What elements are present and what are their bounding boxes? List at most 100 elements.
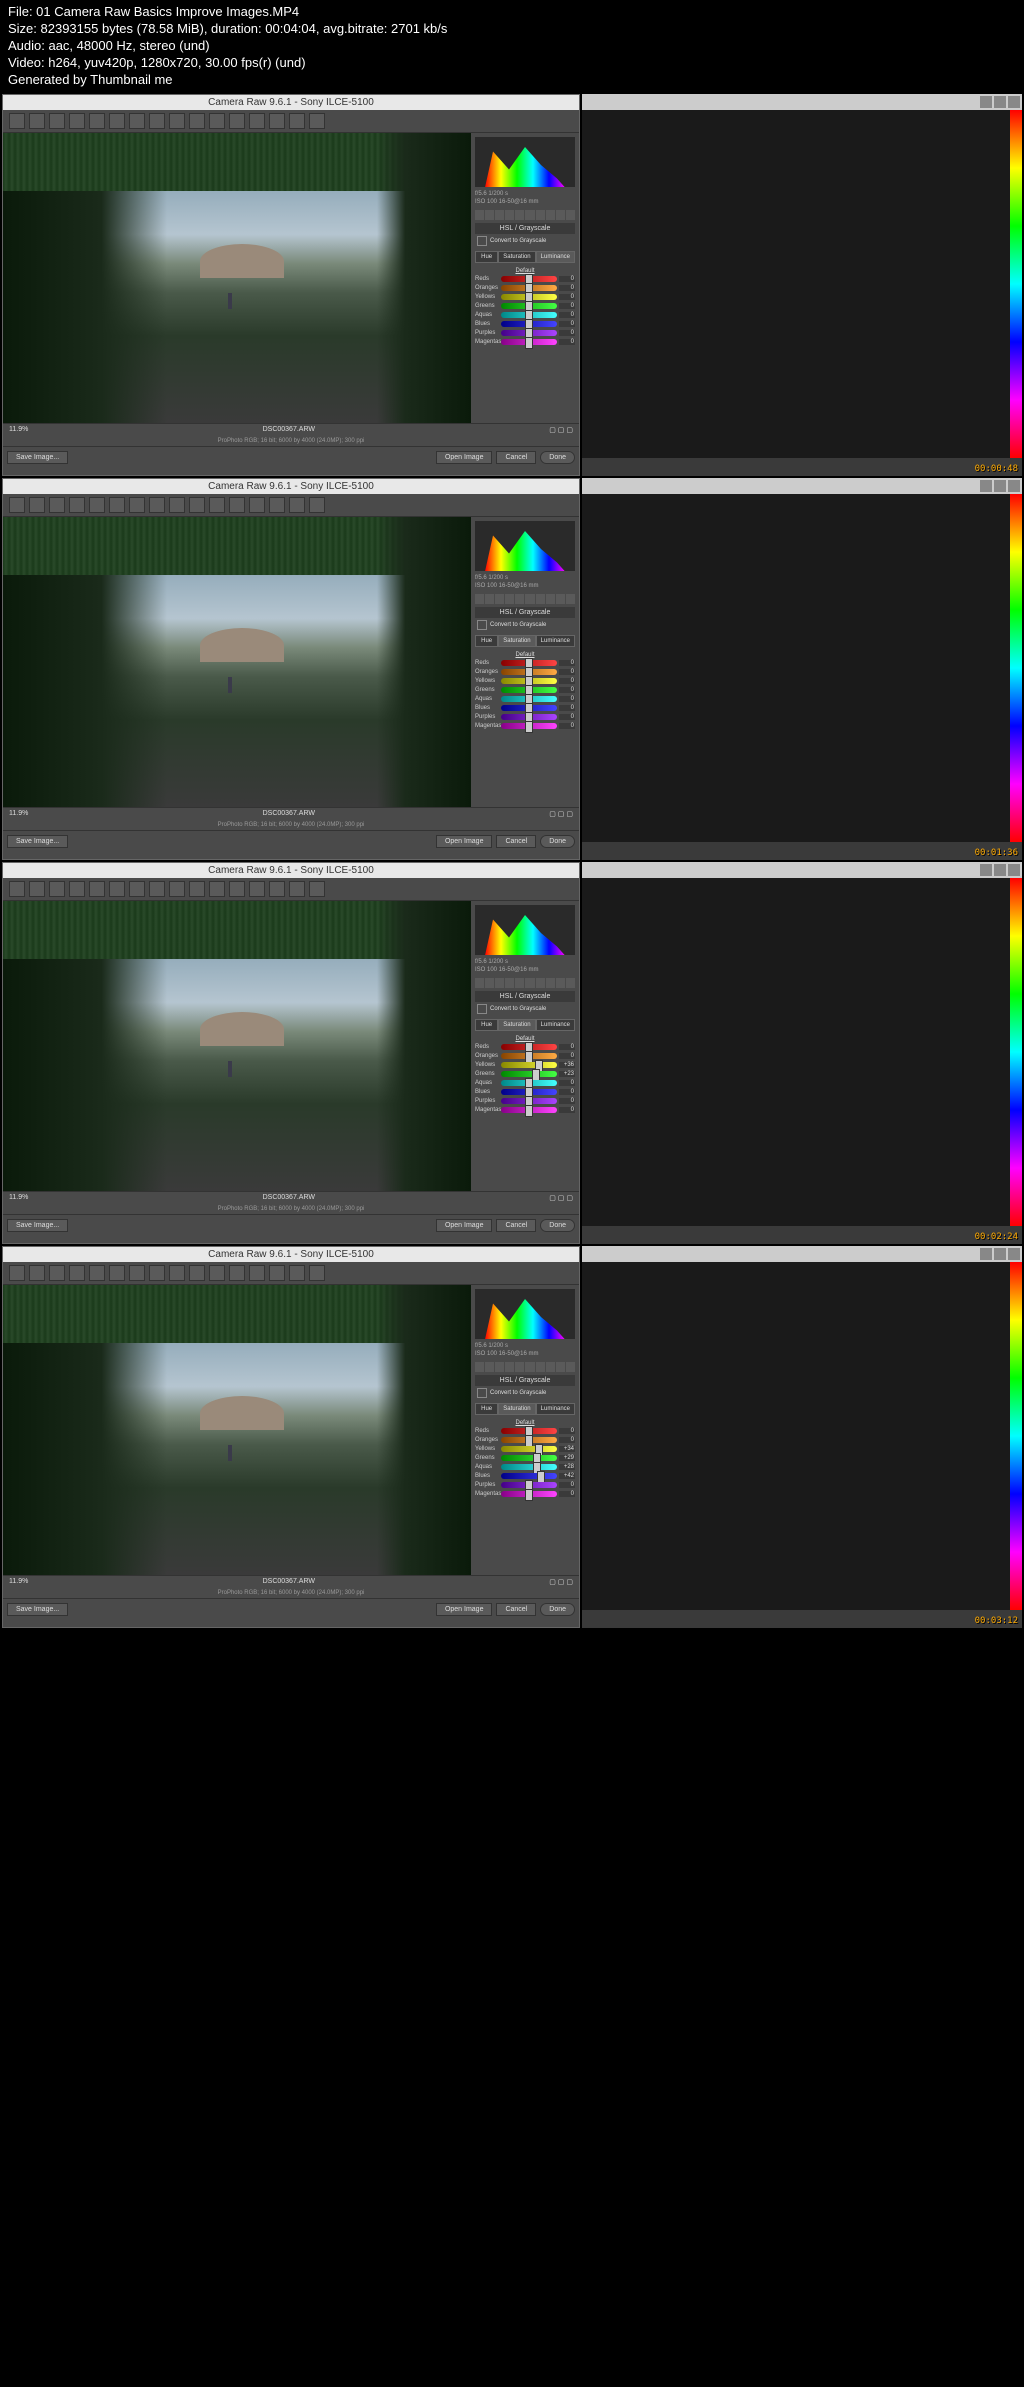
tool-12[interactable] — [249, 113, 265, 129]
tool-15[interactable] — [309, 113, 325, 129]
slider-aquas[interactable] — [501, 1464, 557, 1470]
tool-14[interactable] — [289, 881, 305, 897]
maximize-icon[interactable] — [994, 96, 1006, 108]
panel-tab-7[interactable] — [546, 594, 555, 604]
slider-oranges[interactable] — [501, 1053, 557, 1059]
panel-tab-9[interactable] — [566, 978, 575, 988]
slider-value-oranges[interactable]: 0 — [559, 285, 575, 291]
slider-purples[interactable] — [501, 1098, 557, 1104]
slider-value-yellows[interactable]: +36 — [559, 1062, 575, 1068]
slider-value-oranges[interactable]: 0 — [559, 669, 575, 675]
panel-tab-1[interactable] — [485, 1362, 494, 1372]
slider-value-reds[interactable]: 0 — [559, 660, 575, 666]
subtab-saturation[interactable]: Saturation — [498, 1019, 535, 1030]
zoom-level[interactable]: 11.9% — [9, 810, 28, 818]
slider-value-yellows[interactable]: 0 — [559, 294, 575, 300]
done-button[interactable]: Done — [540, 1219, 575, 1232]
slider-blues[interactable] — [501, 1473, 557, 1479]
bridge-preview[interactable] — [582, 494, 1022, 842]
tool-10[interactable] — [209, 1265, 225, 1281]
tool-4[interactable] — [89, 113, 105, 129]
histogram[interactable] — [475, 905, 575, 955]
tool-3[interactable] — [69, 1265, 85, 1281]
tool-12[interactable] — [249, 1265, 265, 1281]
slider-greens[interactable] — [501, 1455, 557, 1461]
tool-2[interactable] — [49, 881, 65, 897]
image-preview[interactable] — [3, 1285, 471, 1575]
panel-tab-0[interactable] — [475, 210, 484, 220]
tool-10[interactable] — [209, 113, 225, 129]
cancel-button[interactable]: Cancel — [496, 451, 536, 464]
subtab-luminance[interactable]: Luminance — [536, 635, 575, 646]
bridge-preview[interactable] — [582, 1262, 1022, 1610]
slider-magentas[interactable] — [501, 723, 557, 729]
close-icon[interactable] — [1008, 96, 1020, 108]
slider-value-oranges[interactable]: 0 — [559, 1053, 575, 1059]
slider-blues[interactable] — [501, 705, 557, 711]
slider-value-aquas[interactable]: 0 — [559, 1080, 575, 1086]
panel-tab-4[interactable] — [515, 594, 524, 604]
tool-13[interactable] — [269, 1265, 285, 1281]
panel-tab-1[interactable] — [485, 210, 494, 220]
tool-10[interactable] — [209, 881, 225, 897]
tool-0[interactable] — [9, 113, 25, 129]
subtab-luminance[interactable]: Luminance — [536, 251, 575, 262]
panel-tab-9[interactable] — [566, 210, 575, 220]
minimize-icon[interactable] — [980, 480, 992, 492]
open-button[interactable]: Open Image — [436, 1603, 493, 1616]
slider-value-greens[interactable]: 0 — [559, 303, 575, 309]
save-button[interactable]: Save Image... — [7, 835, 68, 848]
tool-15[interactable] — [309, 1265, 325, 1281]
slider-reds[interactable] — [501, 660, 557, 666]
slider-aquas[interactable] — [501, 1080, 557, 1086]
bridge-preview[interactable] — [582, 110, 1022, 458]
panel-tab-0[interactable] — [475, 978, 484, 988]
grayscale-checkbox[interactable] — [477, 620, 487, 630]
tool-6[interactable] — [129, 881, 145, 897]
subtab-luminance[interactable]: Luminance — [536, 1019, 575, 1030]
color-profile[interactable]: ProPhoto RGB; 16 bit; 6000 by 4000 (24.0… — [3, 820, 579, 830]
open-button[interactable]: Open Image — [436, 451, 493, 464]
slider-value-greens[interactable]: 0 — [559, 687, 575, 693]
slider-value-purples[interactable]: 0 — [559, 1098, 575, 1104]
slider-yellows[interactable] — [501, 294, 557, 300]
maximize-icon[interactable] — [994, 1248, 1006, 1260]
panel-tab-1[interactable] — [485, 594, 494, 604]
panel-tab-4[interactable] — [515, 978, 524, 988]
tool-14[interactable] — [289, 113, 305, 129]
close-icon[interactable] — [1008, 480, 1020, 492]
subtab-luminance[interactable]: Luminance — [536, 1403, 575, 1414]
slider-greens[interactable] — [501, 1071, 557, 1077]
slider-value-yellows[interactable]: 0 — [559, 678, 575, 684]
grayscale-checkbox[interactable] — [477, 1004, 487, 1014]
slider-value-greens[interactable]: +29 — [559, 1455, 575, 1461]
tool-2[interactable] — [49, 1265, 65, 1281]
tool-8[interactable] — [169, 497, 185, 513]
panel-tab-3[interactable] — [505, 210, 514, 220]
tool-2[interactable] — [49, 497, 65, 513]
tool-6[interactable] — [129, 1265, 145, 1281]
tool-7[interactable] — [149, 881, 165, 897]
close-icon[interactable] — [1008, 864, 1020, 876]
tool-6[interactable] — [129, 497, 145, 513]
color-picker-strip[interactable] — [1010, 878, 1022, 1226]
done-button[interactable]: Done — [540, 1603, 575, 1616]
tool-8[interactable] — [169, 881, 185, 897]
tool-4[interactable] — [89, 881, 105, 897]
slider-reds[interactable] — [501, 276, 557, 282]
subtab-hue[interactable]: Hue — [475, 635, 498, 646]
slider-magentas[interactable] — [501, 1491, 557, 1497]
tool-8[interactable] — [169, 1265, 185, 1281]
slider-value-oranges[interactable]: 0 — [559, 1437, 575, 1443]
panel-tab-8[interactable] — [556, 978, 565, 988]
panel-tab-3[interactable] — [505, 594, 514, 604]
slider-aquas[interactable] — [501, 696, 557, 702]
tool-14[interactable] — [289, 497, 305, 513]
tool-3[interactable] — [69, 113, 85, 129]
image-preview[interactable] — [3, 901, 471, 1191]
done-button[interactable]: Done — [540, 835, 575, 848]
tool-1[interactable] — [29, 881, 45, 897]
panel-tab-8[interactable] — [556, 210, 565, 220]
save-button[interactable]: Save Image... — [7, 1219, 68, 1232]
histogram[interactable] — [475, 521, 575, 571]
